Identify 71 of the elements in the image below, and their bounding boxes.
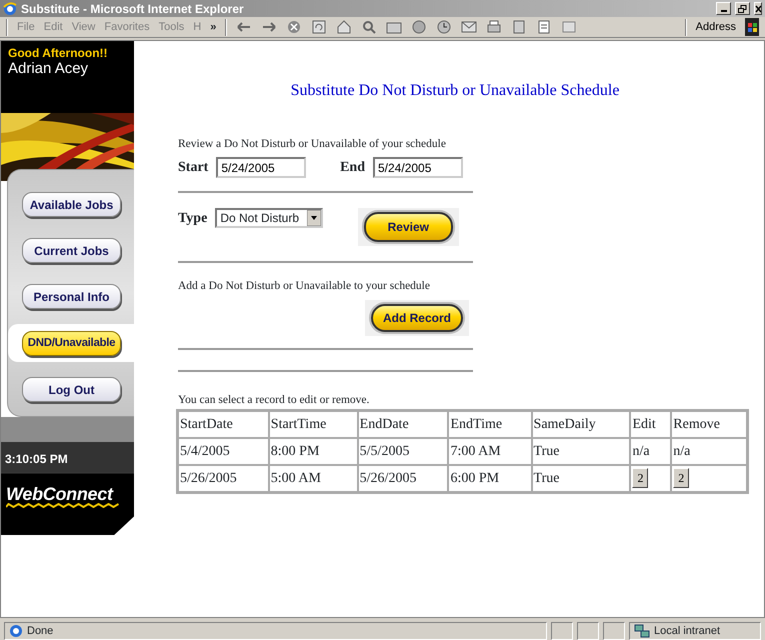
table-cell: True — [532, 438, 630, 465]
search-icon[interactable] — [361, 19, 378, 35]
field-label: Type — [178, 210, 208, 228]
section-caption: Review a Do Not Disturb or Unavailable of your schedule — [178, 137, 447, 152]
table-cell: 5/26/2005 — [178, 464, 269, 492]
review-button[interactable]: Review — [364, 212, 453, 242]
windows-logo-icon — [745, 18, 759, 36]
status-text: Done — [27, 624, 54, 639]
history-icon[interactable] — [436, 19, 452, 35]
table-cell: 6:00 PM — [448, 464, 532, 492]
nav-button[interactable]: Current Jobs — [22, 238, 121, 263]
minimize-button[interactable] — [716, 2, 731, 15]
column-header: StartTime — [268, 410, 358, 438]
minimize-icon — [720, 10, 726, 12]
zone-text: Local intranet — [654, 624, 720, 639]
restore-button[interactable] — [735, 2, 750, 15]
nav-button[interactable]: Personal Info — [22, 284, 121, 309]
column-header: EndDate — [358, 410, 448, 438]
nav-button[interactable]: Log Out — [22, 377, 121, 402]
more-menu-chevron[interactable]: » — [210, 18, 216, 36]
status-panel — [603, 622, 625, 640]
clock-text: 3:10:05 PM — [1, 442, 134, 474]
refresh-icon[interactable] — [311, 19, 328, 35]
field-label: Start — [178, 159, 208, 178]
window-title: Substitute - Microsoft Internet Explorer — [21, 0, 245, 18]
close-button[interactable] — [754, 2, 762, 15]
status-panel — [551, 622, 573, 640]
ie-icon — [3, 2, 17, 16]
table-cell: 5/4/2005 — [178, 438, 269, 465]
page-title: Substitute Do Not Disturb or Unavailable Schedule — [290, 81, 620, 101]
section-caption: Add a Do Not Disturb or Unavailable to your schedule — [178, 279, 431, 294]
nav-button[interactable]: Available Jobs — [22, 192, 121, 217]
close-icon — [755, 4, 761, 12]
column-header: Edit — [630, 410, 672, 438]
column-header: StartDate — [178, 410, 269, 438]
end-date-field[interactable]: 5/24/2005 — [373, 157, 463, 178]
status-panel — [577, 622, 599, 640]
cell-button[interactable]: 2 — [632, 468, 648, 488]
ie-icon — [9, 624, 23, 638]
type-dropdown[interactable]: Do Not Disturb — [215, 208, 324, 228]
table-cell: 5/5/2005 — [358, 438, 448, 465]
add-record-button[interactable]: Add Record — [370, 304, 463, 332]
user-name: Adrian Acey — [8, 60, 90, 78]
section-caption: You can select a record to edit or remove. — [178, 392, 370, 408]
table-cell: 7:00 AM — [448, 438, 532, 465]
column-header: SameDaily — [532, 410, 630, 438]
column-header: EndTime — [448, 410, 532, 438]
address-label: Address — [696, 20, 736, 35]
dropdown-arrow-icon — [307, 210, 322, 226]
mail-icon[interactable] — [461, 19, 478, 35]
table-cell: 5:00 AM — [268, 464, 358, 492]
table-cell: n/a — [630, 438, 672, 465]
logo-text: WebConnect — [6, 485, 114, 504]
table-cell: n/a — [671, 438, 747, 465]
notes-icon[interactable] — [536, 19, 552, 35]
zigzag-icon — [6, 503, 121, 508]
column-header: Remove — [671, 410, 747, 438]
print-icon[interactable] — [486, 19, 502, 35]
restore-icon — [738, 4, 747, 12]
field-label: End — [340, 159, 365, 178]
table-cell: 5/26/2005 — [358, 464, 448, 492]
document-icon[interactable] — [511, 19, 528, 35]
stop-icon[interactable] — [286, 19, 302, 35]
cell-button[interactable]: 2 — [673, 468, 690, 488]
network-icon — [634, 624, 650, 638]
nav-button[interactable]: DND/Unavailable — [22, 331, 121, 356]
start-date-field[interactable]: 5/24/2005 — [216, 157, 306, 178]
table-cell: 8:00 PM — [268, 438, 358, 465]
greeting-text: Good Afternoon!! — [8, 47, 109, 60]
table-cell: True — [532, 464, 630, 492]
home-icon[interactable] — [336, 19, 352, 35]
